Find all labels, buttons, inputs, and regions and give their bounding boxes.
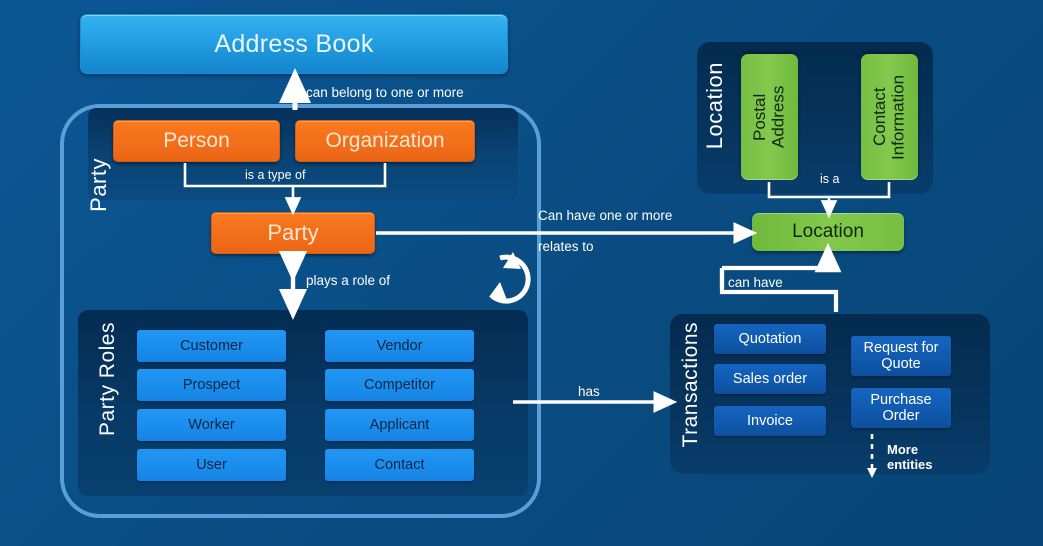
role-worker-label: Worker <box>188 417 235 433</box>
entity-postal-address-line2: Address <box>768 85 788 149</box>
address-book-node[interactable]: Address Book <box>80 14 508 74</box>
transaction-request-for-quote-line1: Request for <box>863 339 939 356</box>
entity-postal-address[interactable]: Postal Address <box>741 54 798 180</box>
entity-contact-information-line1: Contact <box>869 87 889 147</box>
more-entities-line1: More <box>887 442 919 457</box>
role-worker[interactable]: Worker <box>137 409 286 441</box>
role-contact[interactable]: Contact <box>325 449 474 481</box>
role-customer-label: Customer <box>180 338 243 354</box>
transaction-request-for-quote[interactable]: Request for Quote <box>851 336 951 376</box>
party-roles-group-label: Party Roles <box>96 322 119 437</box>
transaction-purchase-order-line2: Order <box>882 408 920 424</box>
transaction-sales-order[interactable]: Sales order <box>714 364 826 394</box>
entity-party-label: Party <box>267 220 319 245</box>
role-competitor[interactable]: Competitor <box>325 369 474 401</box>
role-vendor-label: Vendor <box>376 338 423 354</box>
entity-person[interactable]: Person <box>113 120 280 162</box>
role-vendor[interactable]: Vendor <box>325 330 474 362</box>
entity-organization[interactable]: Organization <box>295 120 475 162</box>
location-group-label: Location <box>702 62 727 150</box>
transaction-quotation-label: Quotation <box>738 331 802 347</box>
transaction-request-for-quote-line2: Quote <box>881 356 921 372</box>
role-prospect[interactable]: Prospect <box>137 369 286 401</box>
label-can-have: can have <box>728 275 783 290</box>
transaction-sales-order-label: Sales order <box>732 371 808 387</box>
diagram-canvas: Address Book Party Person Organization P… <box>0 0 1043 546</box>
role-user[interactable]: User <box>137 449 286 481</box>
entity-contact-information[interactable]: Contact Information <box>861 54 918 180</box>
label-relates-to: relates to <box>538 239 594 254</box>
party-group-label: Party <box>86 158 111 212</box>
role-customer[interactable]: Customer <box>137 330 286 362</box>
transactions-group-label: Transactions <box>679 322 702 448</box>
label-has: has <box>578 384 600 399</box>
label-plays-a-role-of: plays a role of <box>306 273 391 288</box>
transaction-invoice[interactable]: Invoice <box>714 406 826 436</box>
label-can-belong-to-one-or-more: can belong to one or more <box>306 85 464 100</box>
transaction-quotation[interactable]: Quotation <box>714 324 826 354</box>
label-is-a: is a <box>820 172 840 186</box>
role-user-label: User <box>196 457 227 473</box>
role-competitor-label: Competitor <box>364 377 435 393</box>
role-applicant-label: Applicant <box>369 417 430 433</box>
label-is-a-type-of: is a type of <box>245 168 306 182</box>
label-can-have-one-or-more: Can have one or more <box>538 208 673 223</box>
entity-location[interactable]: Location <box>752 213 904 251</box>
entity-organization-label: Organization <box>325 129 445 152</box>
more-entities-label: More entities <box>887 442 933 473</box>
role-contact-label: Contact <box>374 457 425 473</box>
entity-postal-address-line1: Postal <box>749 93 769 141</box>
more-entities-line2: entities <box>887 457 933 473</box>
entity-party[interactable]: Party <box>211 212 375 254</box>
entity-contact-information-line2: Information <box>888 74 908 160</box>
role-prospect-label: Prospect <box>182 377 241 393</box>
role-applicant[interactable]: Applicant <box>325 409 474 441</box>
transaction-purchase-order-line1: Purchase <box>870 391 932 408</box>
transaction-invoice-label: Invoice <box>747 413 793 429</box>
entity-location-label: Location <box>792 221 864 242</box>
address-book-label: Address Book <box>214 29 374 58</box>
transaction-purchase-order[interactable]: Purchase Order <box>851 388 951 428</box>
entity-person-label: Person <box>163 129 230 152</box>
